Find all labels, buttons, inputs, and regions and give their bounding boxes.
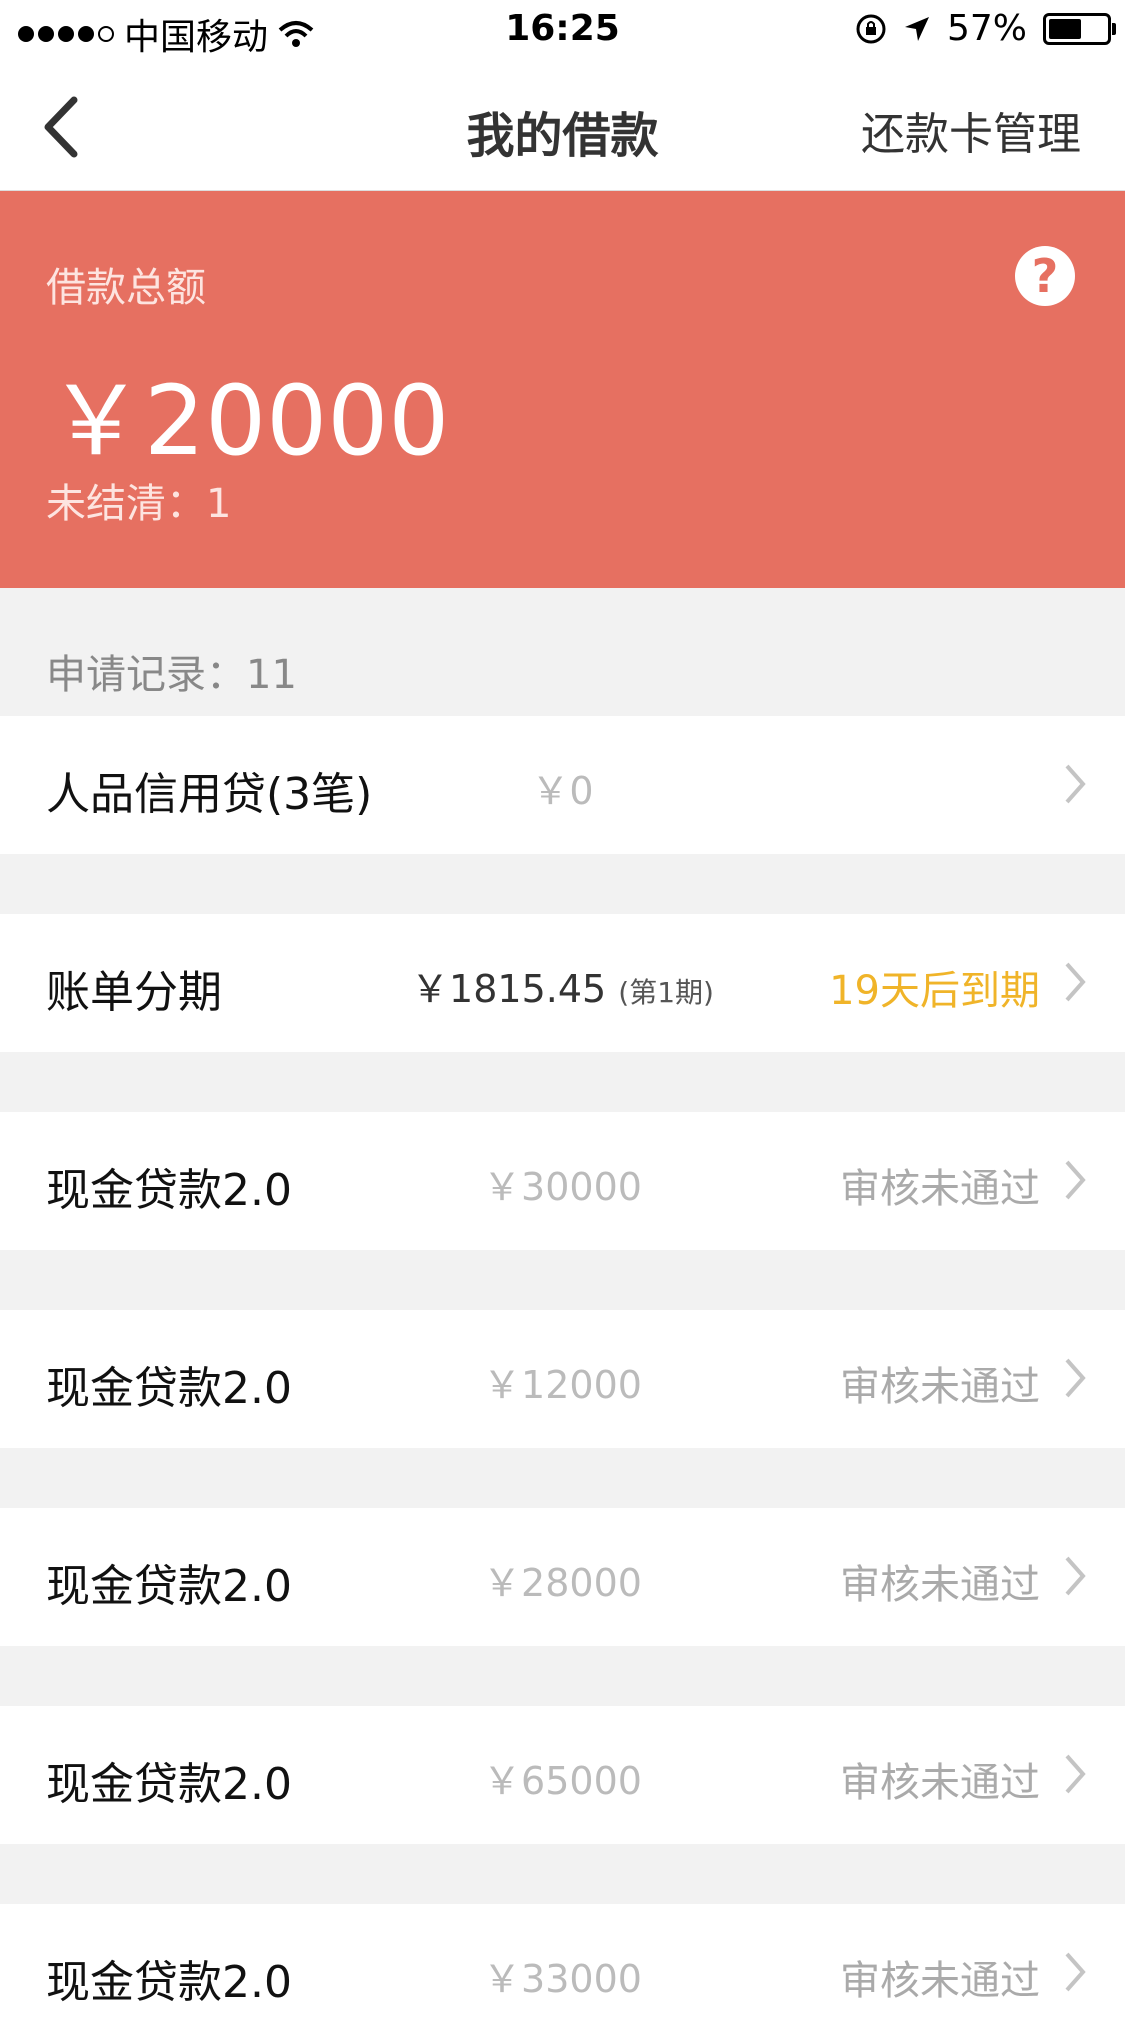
- help-icon[interactable]: ?: [1015, 246, 1075, 306]
- list-item[interactable]: 现金贷款2.0 ￥28000 审核未通过: [0, 1508, 1125, 1646]
- rotation-lock-icon: [856, 14, 886, 43]
- loan-status: 审核未通过: [840, 1364, 1040, 1410]
- chevron-right-icon: [1065, 764, 1086, 804]
- chevron-right-icon: [1065, 1160, 1086, 1200]
- loan-amount-value: ￥1815.45: [411, 967, 607, 1011]
- chevron-right-icon: [1065, 1952, 1086, 1992]
- loan-amount-value: ￥65000: [483, 1759, 642, 1803]
- list-item[interactable]: 现金贷款2.0 ￥33000 审核未通过: [0, 1904, 1125, 2042]
- loan-amount: ￥0: [0, 760, 1125, 815]
- repayment-card-button[interactable]: 还款卡管理: [861, 98, 1081, 162]
- loan-status: 审核未通过: [840, 1958, 1040, 2004]
- total-amount: ￥20000: [48, 365, 450, 477]
- list-item[interactable]: 现金贷款2.0 ￥65000 审核未通过: [0, 1706, 1125, 1844]
- loan-status: 19天后到期: [829, 968, 1040, 1014]
- list-item[interactable]: 现金贷款2.0 ￥12000 审核未通过: [0, 1310, 1125, 1448]
- chevron-right-icon: [1065, 1556, 1086, 1596]
- chevron-right-icon: [1065, 962, 1086, 1002]
- loan-status: 审核未通过: [840, 1562, 1040, 1608]
- loan-period: (第1期): [618, 976, 714, 1009]
- location-icon: [904, 16, 929, 41]
- outstanding-count: 未结清：1: [46, 481, 232, 527]
- loan-amount-value: ￥33000: [483, 1957, 642, 2001]
- list-item[interactable]: 现金贷款2.0 ￥30000 审核未通过: [0, 1112, 1125, 1250]
- loan-amount-value: ￥12000: [483, 1363, 642, 1407]
- total-label: 借款总额: [46, 265, 206, 311]
- battery-icon: [1043, 12, 1116, 45]
- list-item[interactable]: 账单分期 ￥1815.45 (第1期) 19天后到期: [0, 914, 1125, 1052]
- status-bar: 中国移动 16:25 57%: [0, 0, 1125, 62]
- loan-amount-value: ￥0: [531, 769, 594, 813]
- chevron-right-icon: [1065, 1358, 1086, 1398]
- loan-status: 审核未通过: [840, 1166, 1040, 1212]
- list-item[interactable]: 人品信用贷(3笔) ￥0: [0, 716, 1125, 854]
- nav-bar: 我的借款 还款卡管理: [0, 62, 1125, 191]
- chevron-right-icon: [1065, 1754, 1086, 1794]
- loan-status: 审核未通过: [840, 1760, 1040, 1806]
- battery-percent: 57%: [946, 8, 1027, 49]
- loan-amount-value: ￥30000: [483, 1165, 642, 1209]
- loan-amount-value: ￥28000: [483, 1561, 642, 1605]
- status-right: 57%: [855, 8, 1116, 49]
- loan-summary-card: 借款总额 ￥20000 未结清：1 ?: [0, 191, 1125, 588]
- records-count: 申请记录：11: [46, 652, 297, 698]
